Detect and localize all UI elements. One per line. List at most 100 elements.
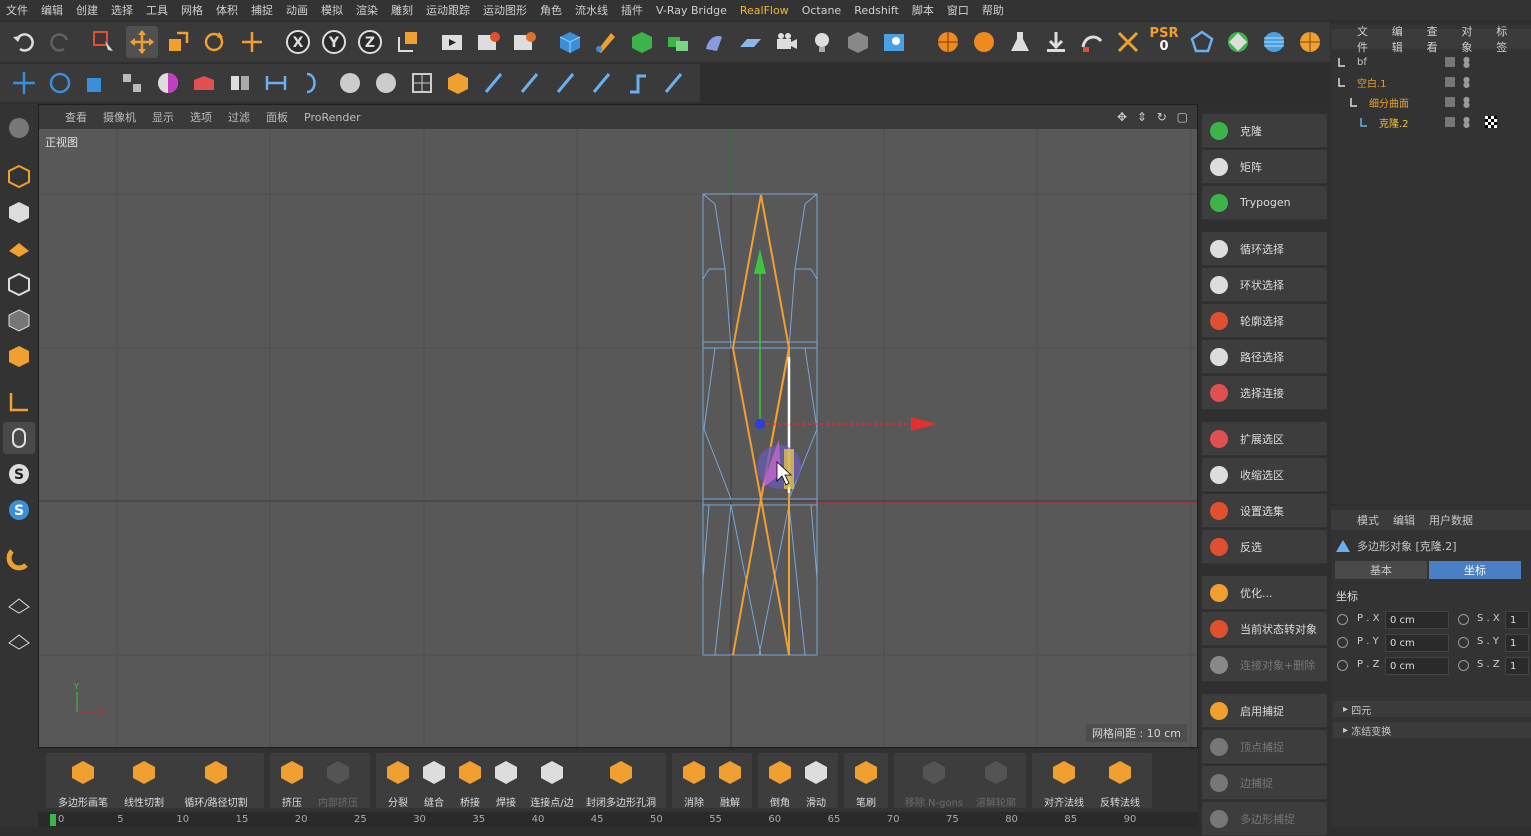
menu-item-21[interactable]: 脚本 <box>912 2 934 18</box>
snap-mode-icon[interactable] <box>116 67 148 99</box>
cmd-group4-0[interactable]: 优化... <box>1202 576 1327 610</box>
grid-object-icon[interactable] <box>406 67 438 99</box>
menu-item-12[interactable]: 运动跟踪 <box>426 2 470 18</box>
x-axis-icon[interactable]: X <box>282 26 314 58</box>
menu-item-1[interactable]: 编辑 <box>41 2 63 18</box>
viewport-menu-item-2[interactable]: 显示 <box>152 109 174 125</box>
points-mode-icon[interactable] <box>3 268 35 300</box>
object-row-0[interactable]: bf ● ● <box>1333 52 1531 72</box>
cmd-group2-0[interactable]: 循环选择 <box>1202 232 1327 266</box>
p-field[interactable]: 0 cm <box>1385 657 1449 675</box>
pen-icon[interactable] <box>590 26 622 58</box>
menu-item-7[interactable]: 捕捉 <box>251 2 273 18</box>
p-radio[interactable] <box>1337 614 1348 625</box>
menu-item-0[interactable]: 文件 <box>6 2 28 18</box>
cmd-group1-0[interactable]: 克隆 <box>1202 114 1327 148</box>
grid-snap-icon[interactable] <box>3 624 35 656</box>
sphere-shading-icon[interactable] <box>152 67 184 99</box>
menu-item-22[interactable]: 窗口 <box>947 2 969 18</box>
p-radio[interactable] <box>1337 660 1348 671</box>
timeline-playhead[interactable] <box>50 814 56 826</box>
edges-mode-icon[interactable] <box>3 304 35 336</box>
attr-menu-item-2[interactable]: 用户数据 <box>1429 512 1473 528</box>
soft-select-icon[interactable]: S <box>3 458 35 490</box>
s-radio[interactable] <box>1458 660 1469 671</box>
sphere-object2-icon[interactable] <box>370 67 402 99</box>
solo-mode-icon[interactable]: S <box>3 494 35 526</box>
floor-icon[interactable] <box>734 26 766 58</box>
subdivision-icon[interactable] <box>626 26 658 58</box>
menu-item-9[interactable]: 模拟 <box>321 2 343 18</box>
render-region-icon[interactable] <box>472 26 504 58</box>
menu-item-19[interactable]: Octane <box>802 4 842 17</box>
cmd-group3-2[interactable]: 设置选集 <box>1202 494 1327 528</box>
bottom-tool-14[interactable]: 滑动 <box>798 753 834 809</box>
menu-item-20[interactable]: Redshift <box>854 4 899 17</box>
visibility-toggle[interactable] <box>1445 77 1455 87</box>
bottom-tool-3[interactable]: 挤压 <box>274 753 310 809</box>
diamond-icon[interactable] <box>1222 26 1254 58</box>
menu-item-2[interactable]: 创建 <box>76 2 98 18</box>
cmd-group2-4[interactable]: 选择连接 <box>1202 376 1327 410</box>
move-icon[interactable] <box>126 26 158 58</box>
scene-icon[interactable] <box>878 26 910 58</box>
cmd-group2-1[interactable]: 环状选择 <box>1202 268 1327 302</box>
brush-tool-1-icon[interactable] <box>478 67 510 99</box>
deformer-icon[interactable] <box>698 26 730 58</box>
menu-item-13[interactable]: 运动图形 <box>483 2 527 18</box>
bracket-icon[interactable] <box>296 67 328 99</box>
viewport-menu-item-5[interactable]: 面板 <box>266 109 288 125</box>
object-name[interactable]: bf <box>1357 57 1447 68</box>
tag-icon[interactable] <box>1485 116 1497 128</box>
cmd-group4-2[interactable]: 连接对象+删除 <box>1202 648 1327 682</box>
cmd-group3-1[interactable]: 收缩选区 <box>1202 458 1327 492</box>
workplane-icon[interactable] <box>3 232 35 264</box>
visibility-toggle[interactable] <box>1445 117 1455 127</box>
arc-arrow-icon[interactable] <box>1076 26 1108 58</box>
cmd-group5-3[interactable]: 多边形捕捉 <box>1202 802 1327 836</box>
scale-icon[interactable] <box>162 26 194 58</box>
box-object-icon[interactable] <box>442 67 474 99</box>
bottom-tool-11[interactable]: 消除 <box>676 753 712 809</box>
texture-mode-icon[interactable] <box>188 67 220 99</box>
coordinate-system-icon[interactable] <box>392 26 424 58</box>
download-icon[interactable] <box>1040 26 1072 58</box>
render-dots-icon[interactable]: ● ● <box>1463 76 1470 89</box>
s-field[interactable]: 1 <box>1505 611 1529 629</box>
cmd-group2-3[interactable]: 路径选择 <box>1202 340 1327 374</box>
object-menu-item-3[interactable]: 对象 <box>1461 23 1478 55</box>
bottom-tool-17[interactable]: 溶解轮廓 <box>970 753 1022 809</box>
attr-menu-item-0[interactable]: 模式 <box>1357 512 1379 528</box>
cmd-group1-1[interactable]: 矩阵 <box>1202 150 1327 184</box>
lock-grid-icon[interactable] <box>3 588 35 620</box>
timeline[interactable]: 0 5 10 15 20 25 30 35 40 45 50 55 60 65 70 75 80 85 90 <box>38 812 1198 827</box>
cmd-group5-0[interactable]: 启用捕捉 <box>1202 694 1327 728</box>
polygons-mode-icon[interactable] <box>3 340 35 372</box>
cmd-group1-2[interactable]: Trypogen <box>1202 186 1327 220</box>
bend-tool-icon[interactable] <box>622 67 654 99</box>
menu-item-3[interactable]: 选择 <box>111 2 133 18</box>
cmd-group5-1[interactable]: 顶点捕捉 <box>1202 730 1327 764</box>
s-field[interactable]: 1 <box>1505 634 1529 652</box>
menu-item-8[interactable]: 动画 <box>286 2 308 18</box>
brush-tool-3-icon[interactable] <box>550 67 582 99</box>
viewport-menu-item-3[interactable]: 选项 <box>190 109 212 125</box>
bottom-tool-2[interactable]: 循环/路径切割 <box>172 753 260 809</box>
object-row-3[interactable]: 克隆.2 ● ● <box>1333 112 1531 132</box>
model-mode-icon[interactable] <box>8 67 40 99</box>
viewport[interactable]: 查看摄像机显示选项过滤面板ProRender ✥ ⇕ ↻ ▢ 正视图 <box>38 104 1198 748</box>
brush-tool-2-icon[interactable] <box>514 67 546 99</box>
symmetry-icon[interactable] <box>224 67 256 99</box>
p-field[interactable]: 0 cm <box>1385 611 1449 629</box>
render-view-icon[interactable] <box>436 26 468 58</box>
cube-icon[interactable] <box>554 26 586 58</box>
bottom-tool-15[interactable]: 笔刷 <box>848 753 884 809</box>
cmd-group3-3[interactable]: 反选 <box>1202 530 1327 564</box>
octane-material-icon[interactable] <box>968 26 1000 58</box>
viewport-canvas[interactable]: Y X <box>39 129 1197 747</box>
viewport-menu-item-0[interactable]: 查看 <box>65 109 87 125</box>
bottom-tool-18[interactable]: 对齐法线 <box>1036 753 1092 809</box>
sculpt-mode-icon[interactable] <box>3 112 35 144</box>
measure-icon[interactable] <box>260 67 292 99</box>
p-radio[interactable] <box>1337 637 1348 648</box>
